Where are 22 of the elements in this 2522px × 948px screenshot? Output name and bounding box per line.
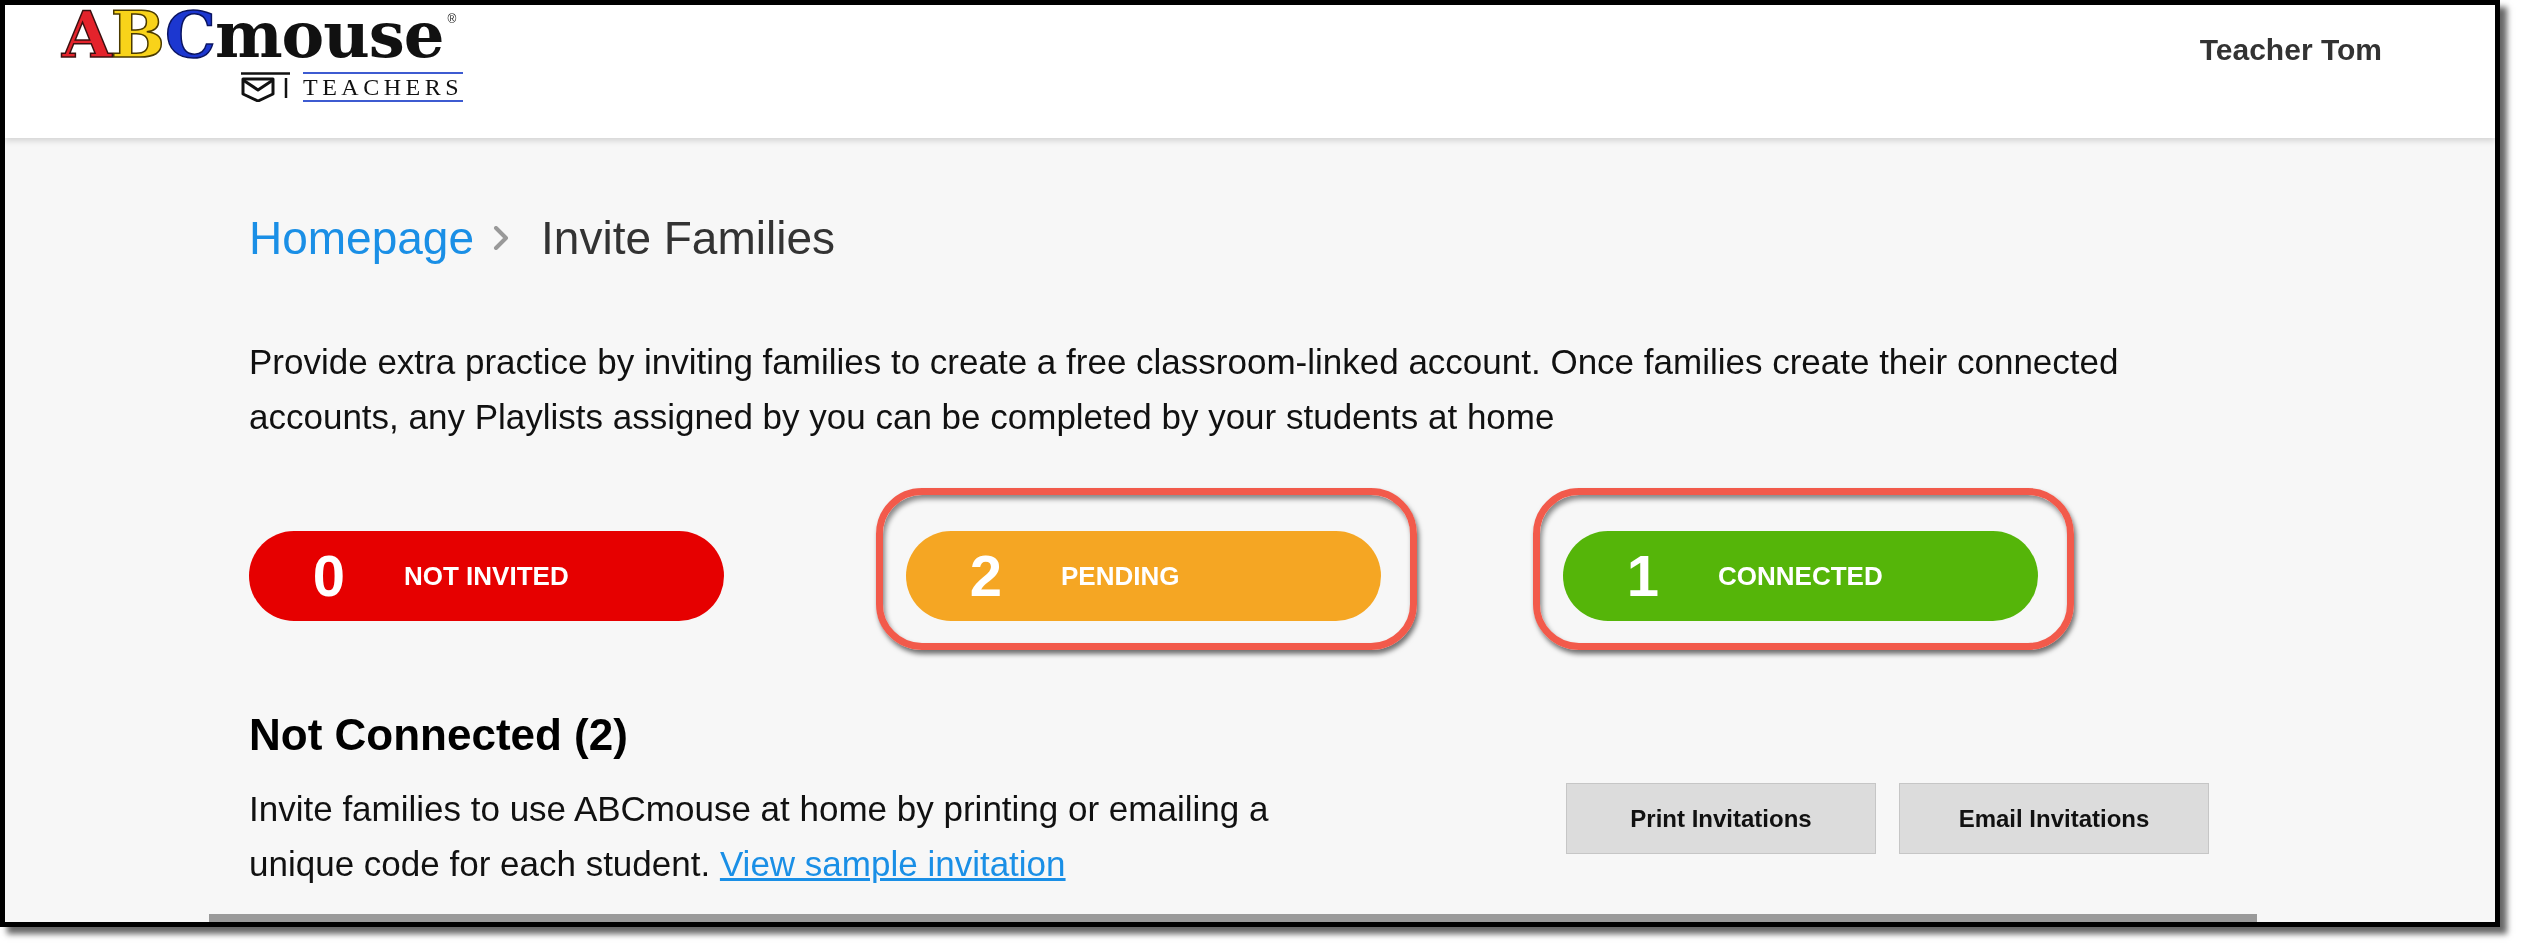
status-label: NOT INVITED — [404, 561, 569, 591]
status-pill[interactable]: 1 CONNECTED — [1563, 531, 2038, 621]
sample-invitation-link[interactable]: View sample invitation — [719, 844, 1066, 883]
status-label: CONNECTED — [1718, 561, 1883, 591]
chevron-right-icon — [493, 226, 510, 250]
intro-paragraph: Provide extra practice by inviting families to create a free classroom-linked account. Once families create their connected accounts, any Playlists assigned by you can be completed by your students at home — [249, 341, 2120, 438]
status-count: 0 — [311, 544, 347, 608]
status-pill[interactable]: 0 NOT INVITED — [249, 531, 724, 621]
section-heading: Not Connected (2) — [249, 710, 629, 760]
status-label: PENDING — [1061, 561, 1180, 591]
logo-wordmark[interactable]: ABCmouse — [62, 6, 444, 64]
section-description: Invite families to use ABCmouse at home by printing or emailing a unique code for each student. View sample invitation — [249, 788, 1270, 885]
invitation-button[interactable]: Email Invitations — [1899, 783, 2209, 854]
logo-subtitle: TEACHERS — [303, 72, 463, 102]
breadcrumb-link[interactable]: Homepage — [249, 210, 475, 266]
breadcrumb-current: Invite Families — [541, 211, 835, 266]
registered-mark: ® — [447, 13, 457, 25]
book-emblem-icon — [240, 72, 292, 102]
user-name[interactable]: Teacher Tom — [2199, 32, 2382, 68]
status-count: 1 — [1625, 544, 1661, 608]
invitation-button[interactable]: Print Invitations — [1566, 783, 1876, 854]
status-count: 2 — [968, 544, 1004, 608]
